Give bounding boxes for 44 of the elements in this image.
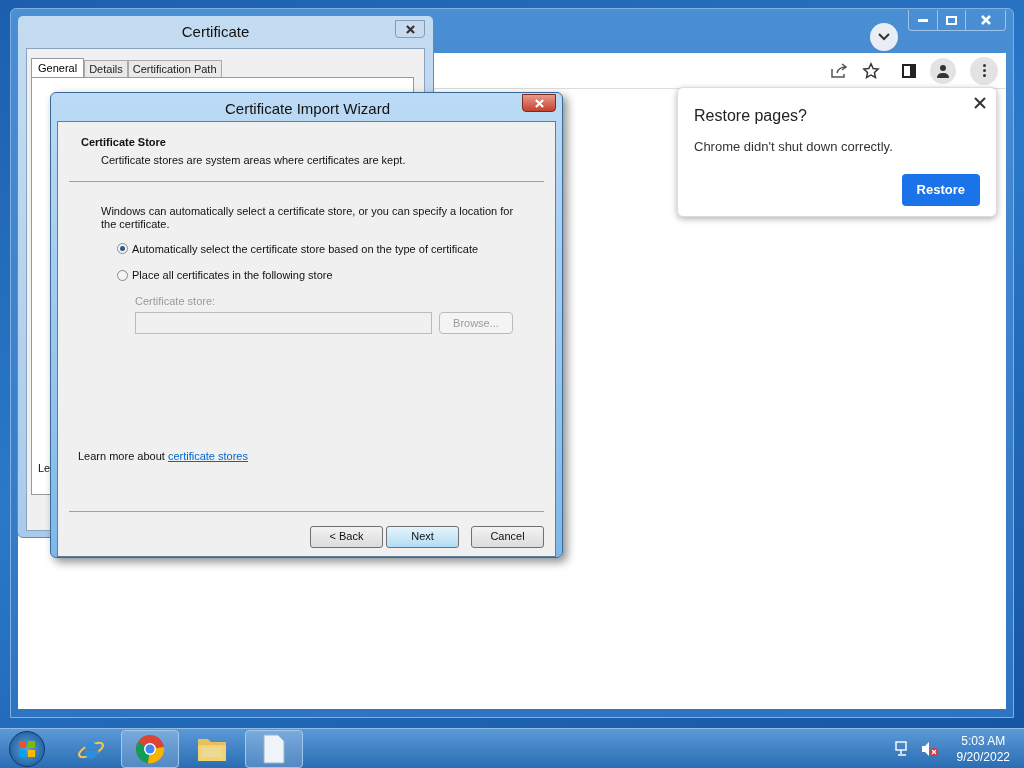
close-icon: [405, 24, 415, 34]
tab[interactable]: Details: [84, 60, 128, 77]
wizard-button[interactable]: Cancel: [471, 525, 544, 548]
wizard-button[interactable]: Next: [386, 525, 459, 548]
tab[interactable]: General: [31, 58, 85, 78]
side-panel-icon[interactable]: [902, 63, 916, 78]
wizard-button[interactable]: < Back: [310, 525, 383, 548]
document-icon[interactable]: [262, 733, 286, 764]
menu-icon[interactable]: [970, 56, 998, 85]
share-icon[interactable]: [830, 62, 848, 79]
radio-label: Automatically select the certificate store based on the type of certificate: [132, 241, 479, 257]
tab-search-button[interactable]: [870, 23, 898, 51]
maximize-icon: [946, 15, 957, 25]
minimize-icon: [918, 18, 928, 22]
certificate-stores-link[interactable]: certificate stores: [167, 450, 248, 462]
close-icon: [980, 15, 991, 25]
tab[interactable]: Certification Path: [127, 60, 222, 77]
chevron-down-icon: [878, 33, 890, 41]
popup-message: Chrome didn't shut down correctly.: [694, 138, 894, 156]
radio-button[interactable]: [117, 243, 128, 255]
window-title: Certificate Import Wizard: [223, 99, 391, 119]
volume-muted-icon[interactable]: [920, 740, 939, 757]
profile-icon[interactable]: [930, 57, 956, 84]
start-button[interactable]: [9, 730, 45, 767]
page-subheading: Certificate stores are system areas where certificates are kept.: [101, 153, 407, 168]
popup-title: Restore pages?: [694, 106, 808, 126]
page-heading: Certificate Store: [81, 134, 167, 150]
chrome-icon[interactable]: [135, 733, 165, 764]
clock-time: 5:03 AM: [961, 732, 1006, 749]
close-button[interactable]: [522, 94, 556, 112]
close-icon: [534, 98, 544, 108]
field-label: Certificate store:: [135, 293, 217, 309]
close-button[interactable]: [395, 20, 425, 38]
clock-date: 9/20/2022: [956, 748, 1010, 765]
partial-text: Le: [38, 461, 51, 476]
description-text: Windows can automatically select a certificate store, or you can specify a location for the certificate.: [101, 204, 515, 231]
windows-logo-icon: [18, 739, 36, 758]
learn-more-text: Learn more about certificate stores: [78, 449, 249, 464]
radio-button[interactable]: [117, 269, 128, 281]
star-icon[interactable]: [862, 61, 880, 80]
radio-label: Place all certificates in the following store: [132, 268, 333, 283]
restore-button[interactable]: Restore: [901, 173, 980, 206]
window-title: Certificate: [180, 21, 251, 42]
close-icon[interactable]: [974, 97, 986, 109]
